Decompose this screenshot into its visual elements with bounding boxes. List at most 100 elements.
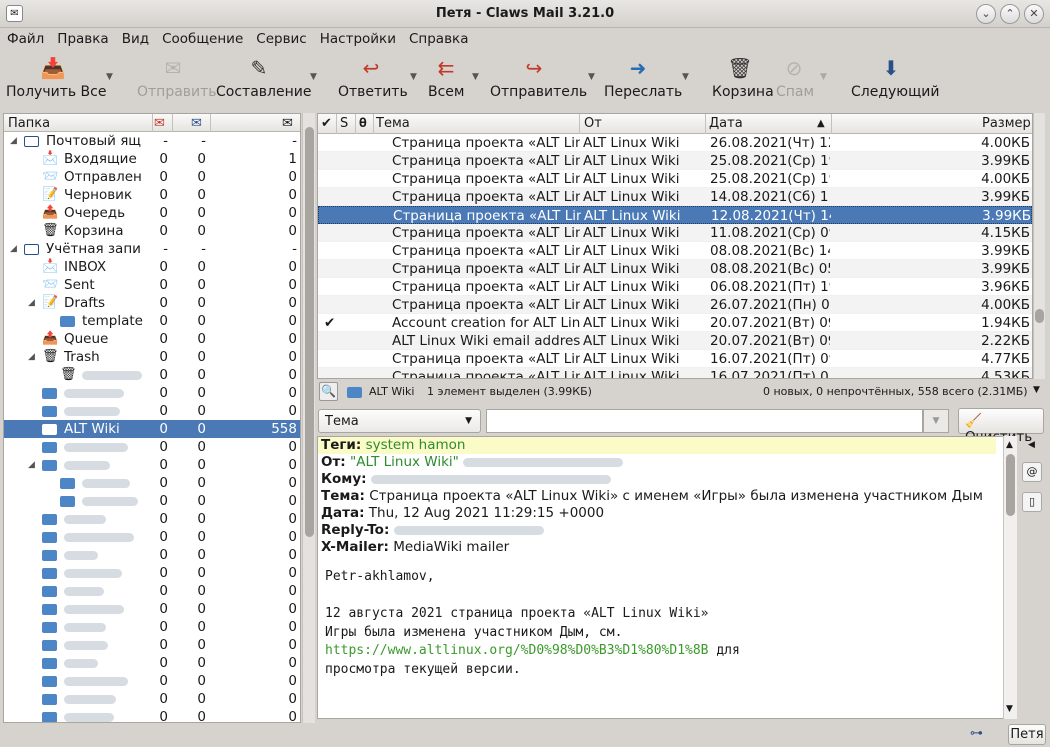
folder-scrollbar[interactable] (302, 113, 315, 723)
folder-row[interactable]: 0 0 0 (4, 384, 300, 402)
folder-status-dropdown-icon[interactable]: ▼ (1033, 385, 1040, 395)
maximize-icon[interactable]: ⌃ (1000, 4, 1020, 24)
menu-message[interactable]: Сообщение (155, 28, 249, 47)
folder-row[interactable]: template 0 0 0 (4, 312, 300, 330)
message-row[interactable]: Страница проекта «ALT Linux WikiALT Linu… (318, 260, 1032, 278)
forward-dropdown-icon[interactable]: ▼ (682, 72, 689, 82)
folder-row[interactable]: 📤 Queue 0 0 0 (4, 330, 300, 348)
folder-row[interactable]: 0 0 0 (4, 654, 300, 672)
folder-scrollbar-thumb[interactable] (305, 127, 314, 537)
folder-row[interactable]: 0 0 0 (4, 528, 300, 546)
folder-column-header[interactable]: Папка (8, 116, 50, 131)
folder-row[interactable]: 0 0 0 (4, 564, 300, 582)
status-column-header[interactable]: S (340, 116, 348, 131)
forward-button[interactable]: ➜ Переслать (604, 56, 682, 100)
message-row[interactable]: Страница проекта «ALT Linux WikiALT Linu… (318, 206, 1032, 224)
expander-icon[interactable]: ◢ (28, 456, 35, 474)
spam-dropdown-icon[interactable]: ▼ (820, 72, 827, 82)
trash-button[interactable]: 🗑 Корзина (712, 56, 774, 100)
search-field-select[interactable]: Тема ▼ (318, 409, 481, 433)
search-history-dropdown-icon[interactable]: ▼ (923, 409, 949, 433)
minimize-icon[interactable]: ⌄ (976, 4, 996, 24)
get-all-button[interactable]: 📥 Получить Все (6, 56, 106, 100)
message-row[interactable]: Страница проекта «ALT Linux WikiALT Linu… (318, 134, 1032, 152)
expander-icon[interactable]: ◢ (28, 294, 35, 312)
menu-view[interactable]: Вид (115, 28, 155, 47)
menu-help[interactable]: Справка (402, 28, 474, 47)
next-button[interactable]: ⬇ Следующий (851, 56, 939, 100)
get-all-dropdown-icon[interactable]: ▼ (106, 72, 113, 82)
message-row[interactable]: ALT Linux Wiki email address c ALT Linux … (318, 332, 1032, 350)
folder-row[interactable]: 📨 Sent 0 0 0 (4, 276, 300, 294)
subject-column-header[interactable]: Тема (376, 116, 410, 131)
folder-row[interactable]: 0 0 0 (4, 618, 300, 636)
message-row[interactable]: Страница проекта «ALT Linux WikiALT Linu… (318, 368, 1032, 378)
message-row[interactable]: Страница проекта «ALT Linux WikiALT Linu… (318, 152, 1032, 170)
scroll-down-icon[interactable]: ▼ (1006, 704, 1013, 714)
folder-row[interactable]: ◢ 📝 Drafts 0 0 0 (4, 294, 300, 312)
message-list-scrollbar-thumb[interactable] (1035, 309, 1044, 323)
date-column-header[interactable]: Дата (709, 116, 743, 131)
folder-row[interactable]: 0 0 0 (4, 474, 300, 492)
folder-row[interactable]: 0 0 0 (4, 492, 300, 510)
message-list-scrollbar[interactable] (1033, 113, 1045, 379)
message-row[interactable]: Страница проекта «ALT Linux WikiALT Linu… (318, 296, 1032, 314)
folder-row[interactable]: 0 0 0 (4, 582, 300, 600)
attachment-column-icon[interactable]: 𝛉 (359, 116, 367, 131)
folder-row[interactable]: 0 0 0 (4, 546, 300, 564)
folder-row[interactable]: 0 0 0 (4, 672, 300, 690)
message-list[interactable]: ✔ S 𝛉 Тема От Дата ▲ Размер Страница про… (317, 113, 1033, 379)
reply-dropdown-icon[interactable]: ▼ (410, 72, 417, 82)
from-column-header[interactable]: От (584, 116, 602, 131)
page-link[interactable]: https://www.altlinux.org/%D0%98%D0%B3%D1… (325, 643, 709, 658)
new-column-icon[interactable]: ✉ (154, 116, 165, 131)
folder-row[interactable]: 📝 Черновик 0 0 0 (4, 186, 300, 204)
compose-button[interactable]: ✎ Составление (216, 56, 311, 100)
reply-button[interactable]: ↩ Ответить (338, 56, 408, 100)
folder-row[interactable]: 🗑 0 0 0 (4, 366, 300, 384)
folder-tree[interactable]: Папка ✉ ✉ ✉ ◢ Почтовый ящ - - - 📩 Входящие 0 0 1 📨… (3, 113, 301, 723)
folder-row[interactable]: ◢ Почтовый ящ - - - (4, 132, 300, 150)
text-part-icon[interactable]: @ (1022, 462, 1042, 482)
folder-row[interactable]: 0 0 0 (4, 636, 300, 654)
reply-sender-button[interactable]: ↪ Отправитель (490, 56, 587, 100)
expander-icon[interactable]: ◢ (10, 132, 17, 150)
message-row[interactable]: Страница проекта «ALT Linux WikiALT Linu… (318, 188, 1032, 206)
folder-row[interactable]: 📤 Очередь 0 0 0 (4, 204, 300, 222)
folder-row[interactable]: 0 0 0 (4, 690, 300, 708)
folder-row[interactable]: 📩 INBOX 0 0 0 (4, 258, 300, 276)
message-row[interactable]: ✔ Account creation for ALT Linux ALT Linux… (318, 314, 1032, 332)
menu-settings[interactable]: Настройки (313, 28, 402, 47)
clear-search-button[interactable]: 🧹Очистить (958, 408, 1044, 445)
message-row[interactable]: Страница проекта «ALT Linux WikiALT Linu… (318, 170, 1032, 188)
folder-row[interactable]: 0 0 0 (4, 510, 300, 528)
message-view[interactable]: Теги: system hamon От: "ALT Linux Wiki" … (317, 436, 1017, 719)
folder-row[interactable]: 0 0 0 (4, 708, 300, 722)
message-view-scrollbar[interactable]: ▲ ▼ (1003, 436, 1017, 719)
mark-column-icon[interactable]: ✔ (321, 116, 332, 131)
online-status-icon[interactable]: ⊶ (970, 726, 983, 741)
expander-icon[interactable]: ◢ (10, 240, 17, 258)
search-input[interactable] (486, 409, 923, 433)
document-part-icon[interactable]: ▯ (1022, 492, 1042, 512)
message-row[interactable]: Страница проекта «ALT Linux WikiALT Linu… (318, 242, 1032, 260)
message-view-scrollbar-thumb[interactable] (1006, 454, 1015, 516)
unread-column-icon[interactable]: ✉ (191, 116, 202, 131)
reply-sender-dropdown-icon[interactable]: ▼ (588, 72, 595, 82)
size-column-header[interactable]: Размер (982, 116, 1031, 131)
send-button[interactable]: ✉ Отправить (137, 56, 217, 100)
folder-row[interactable]: 0 0 0 (4, 402, 300, 420)
folder-row[interactable]: 🗑 Корзина 0 0 0 (4, 222, 300, 240)
menu-tools[interactable]: Сервис (249, 28, 312, 47)
folder-row[interactable]: ◢ 🗑 Trash 0 0 0 (4, 348, 300, 366)
mime-toggle-icon[interactable]: ◀ (1028, 440, 1035, 450)
folder-row[interactable]: 📩 Входящие 0 0 1 (4, 150, 300, 168)
menu-file[interactable]: Файл (0, 28, 50, 47)
folder-row[interactable]: 0 0 0 (4, 600, 300, 618)
folder-row[interactable]: ALT Wiki 0 0 558 (4, 420, 300, 438)
from-value[interactable]: "ALT Linux Wiki" (350, 454, 459, 470)
message-row[interactable]: Страница проекта «ALT Linux WikiALT Linu… (318, 278, 1032, 296)
scroll-up-icon[interactable]: ▲ (1006, 440, 1013, 450)
reply-all-dropdown-icon[interactable]: ▼ (472, 72, 479, 82)
menu-edit[interactable]: Правка (50, 28, 114, 47)
